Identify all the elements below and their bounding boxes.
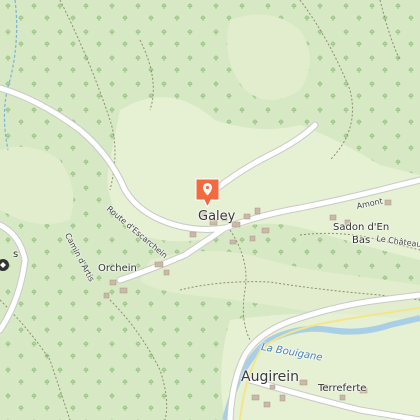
- label-edge-s: s: [13, 249, 19, 260]
- location-pin-icon[interactable]: [195, 178, 220, 209]
- map-viewport[interactable]: Galey Orchein Augirein Sadon d'En Bas Te…: [0, 0, 420, 420]
- label-sadon-line2: Bas: [352, 235, 371, 246]
- label-terreferte: Terreferte: [318, 383, 367, 394]
- label-augirein: Augirein: [241, 369, 300, 385]
- label-sadon-line1: Sadon d'En: [333, 222, 390, 233]
- poi-icon[interactable]: [0, 258, 10, 272]
- label-galey: Galey: [198, 209, 236, 224]
- label-orchein: Orchein: [98, 263, 137, 274]
